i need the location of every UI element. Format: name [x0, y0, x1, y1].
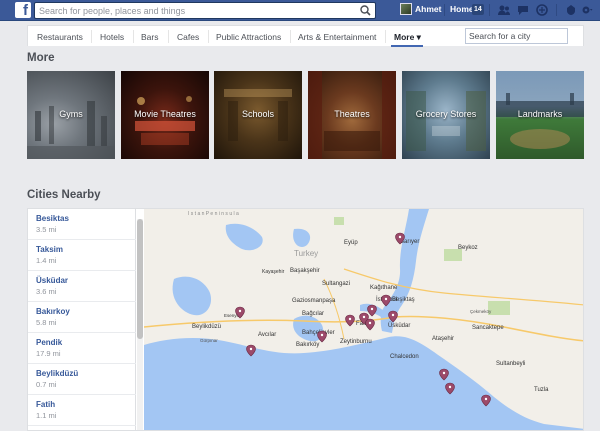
- map-label: Sancaktepe: [472, 325, 504, 331]
- search-icon[interactable]: [359, 4, 372, 17]
- map-label: Sultangazi: [322, 281, 350, 287]
- city-list-item[interactable]: Besiktas 3.5 mi: [28, 209, 136, 240]
- city-distance: 3.5 mi: [36, 225, 57, 234]
- city-list-item[interactable]: Taksim 1.4 mi: [28, 240, 136, 271]
- tile-landmarks[interactable]: Landmarks: [496, 71, 584, 159]
- tile-movie-theatres[interactable]: Movie Theatres: [121, 71, 209, 159]
- tile-label: Theatres: [334, 109, 370, 119]
- city-distance: 5.8 mi: [36, 318, 57, 327]
- map-label: Beşiktaş: [392, 297, 415, 303]
- city-list-item[interactable]: Üsküdar 3.6 mi: [28, 271, 136, 302]
- map-label: Kayaşehir: [262, 269, 285, 275]
- tab-bars[interactable]: Bars: [141, 32, 158, 42]
- friend-requests-icon[interactable]: [497, 3, 511, 17]
- scrollbar-thumb[interactable]: [137, 219, 143, 339]
- search-input[interactable]: [35, 3, 345, 18]
- messages-icon[interactable]: [516, 3, 530, 17]
- tab-public-attractions[interactable]: Public Attractions: [216, 32, 281, 42]
- active-tab-indicator: [391, 45, 423, 47]
- home-link[interactable]: Home: [450, 4, 474, 14]
- map-label: Beykoz: [458, 245, 478, 251]
- park-area: [334, 217, 344, 225]
- tab-hotels[interactable]: Hotels: [100, 32, 124, 42]
- city-list-item[interactable]: Fatih 1.1 mi: [28, 395, 136, 426]
- map-label: Başakşehir: [290, 268, 320, 274]
- city-search-box: [465, 28, 568, 44]
- city-distance: 17.9 mi: [36, 349, 61, 358]
- city-list-item[interactable]: Pendik 17.9 mi: [28, 333, 136, 364]
- divider: [208, 30, 209, 43]
- map-label: Beylikdüzü: [192, 324, 221, 330]
- map-label: Turkey: [294, 249, 318, 258]
- city-name[interactable]: Üsküdar: [36, 276, 68, 285]
- tile-label: Movie Theatres: [134, 109, 196, 119]
- facebook-logo[interactable]: f: [15, 2, 31, 18]
- tile-schools[interactable]: Schools: [214, 71, 302, 159]
- city-list-item[interactable]: Bakırkoy 5.8 mi: [28, 302, 136, 333]
- divider: [168, 30, 169, 43]
- map-label: Ataşehir: [432, 336, 454, 342]
- city-distance: 3.6 mi: [36, 287, 57, 296]
- map-label: Tuzla: [534, 387, 549, 393]
- city-distance: 0.7 mi: [36, 380, 57, 389]
- more-section-title: More: [27, 52, 55, 64]
- tile-label: Gyms: [59, 109, 83, 119]
- city-search-input[interactable]: [466, 29, 567, 43]
- divider: [91, 30, 92, 43]
- divider: [556, 4, 557, 16]
- city-name[interactable]: Bakırkoy: [36, 307, 70, 316]
- tab-arts-entertainment[interactable]: Arts & Entertainment: [298, 32, 376, 42]
- city-name[interactable]: Beylikdüzü: [36, 369, 78, 378]
- city-distance: 1.1 mi: [36, 411, 57, 420]
- map-label: Bağcılar: [302, 311, 324, 317]
- park-area: [488, 301, 510, 315]
- map-label: Gaziosmanpaşa: [292, 298, 336, 304]
- top-bar: f Ahmet Home 14: [0, 0, 600, 21]
- map-label: Üsküdar: [388, 322, 410, 329]
- tile-theatres[interactable]: Theatres: [308, 71, 396, 159]
- search-box: [34, 2, 376, 19]
- map-label: Çekmeköy: [470, 309, 492, 314]
- cities-nearby-panel: Besiktas 3.5 mi Taksim 1.4 mi Üsküdar 3.…: [27, 208, 584, 431]
- divider: [290, 30, 291, 43]
- divider: [385, 30, 386, 43]
- avatar[interactable]: [400, 3, 412, 15]
- tile-gyms[interactable]: Gyms: [27, 71, 115, 159]
- map-label: Gürpınar: [200, 338, 218, 343]
- map-label: Bakırköy: [296, 342, 319, 348]
- home-badge: 14: [472, 4, 484, 15]
- map-label: Eyüp: [344, 240, 358, 246]
- city-name[interactable]: Besiktas: [36, 214, 69, 223]
- tab-cafes[interactable]: Cafes: [177, 32, 199, 42]
- divider: [444, 4, 445, 16]
- city-name[interactable]: Pendik: [36, 338, 62, 347]
- map-label: I s t a n P e n i n s u l a: [188, 211, 239, 217]
- tile-label: Grocery Stores: [415, 109, 477, 119]
- privacy-lock-icon[interactable]: [564, 3, 578, 17]
- settings-gear-icon[interactable]: [580, 3, 594, 17]
- divider: [133, 30, 134, 43]
- map-label: Zeytinburnu: [340, 339, 372, 345]
- city-name[interactable]: Taksim: [36, 245, 63, 254]
- map-label: Avcılar: [258, 332, 276, 338]
- tile-label: Schools: [241, 109, 275, 119]
- city-list-item[interactable]: Beylikdüzü 0.7 mi: [28, 364, 136, 395]
- city-name[interactable]: Fatih: [36, 400, 55, 409]
- map-label: Sultanbeyli: [496, 361, 525, 367]
- notifications-icon[interactable]: [535, 3, 549, 17]
- city-distance: 1.4 mi: [36, 256, 57, 265]
- map-label: Chalcedon: [390, 354, 419, 360]
- city-map[interactable]: I s t a n P e n i n s u l a Turkey Eyüp …: [144, 209, 584, 431]
- category-nav: Restaurants Hotels Bars Cafes Public Att…: [27, 25, 584, 47]
- city-list: Besiktas 3.5 mi Taksim 1.4 mi Üsküdar 3.…: [28, 209, 136, 430]
- divider: [489, 4, 490, 16]
- tab-restaurants[interactable]: Restaurants: [37, 32, 83, 42]
- profile-link[interactable]: Ahmet: [415, 4, 441, 14]
- tab-more[interactable]: More ▾: [394, 32, 421, 43]
- cities-nearby-title: Cities Nearby: [27, 189, 101, 201]
- city-list-scrollbar[interactable]: [137, 219, 143, 430]
- tile-grocery-stores[interactable]: Grocery Stores: [402, 71, 490, 159]
- map-label: Kağıthane: [370, 285, 398, 291]
- tile-label: Landmarks: [517, 109, 563, 119]
